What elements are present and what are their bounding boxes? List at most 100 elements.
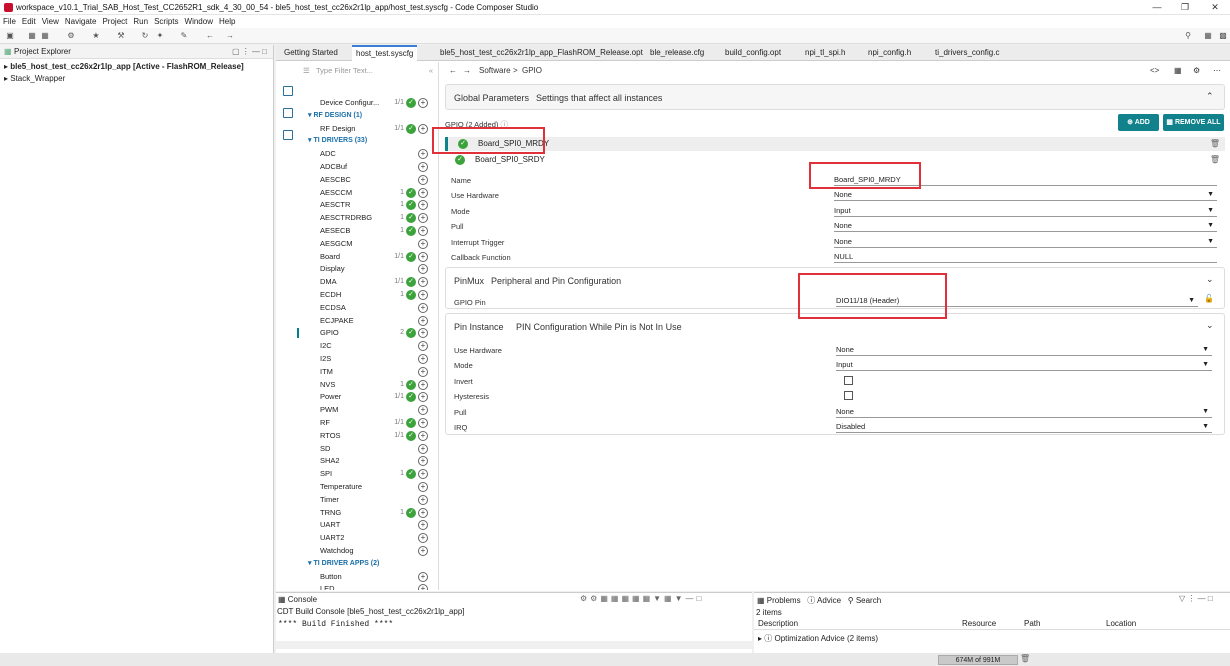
pin-prop-select[interactable]: Input ▼ bbox=[836, 359, 1212, 372]
add-icon[interactable]: + bbox=[418, 366, 428, 377]
menu-help[interactable]: Help bbox=[216, 15, 238, 28]
add-icon[interactable]: + bbox=[418, 264, 428, 275]
checkbox[interactable] bbox=[844, 375, 853, 385]
prop-select[interactable]: None ▼ bbox=[834, 220, 1217, 233]
checkbox[interactable] bbox=[844, 391, 853, 401]
module-item[interactable]: UART + bbox=[320, 519, 428, 531]
module-item[interactable]: RF Design 1/1 ✓ + bbox=[320, 123, 428, 135]
add-icon[interactable]: + bbox=[418, 251, 428, 262]
menu-project[interactable]: Project bbox=[99, 15, 130, 28]
module-item[interactable]: Button + bbox=[320, 571, 428, 583]
advice-row[interactable]: ▸ ⓘ Optimization Advice (2 items) bbox=[758, 633, 878, 644]
forward-arrow-icon[interactable]: → bbox=[463, 66, 471, 75]
view-menu-icon[interactable]: ▢ ⋮ — □ bbox=[232, 45, 267, 59]
module-item[interactable]: I2C + bbox=[320, 340, 428, 352]
prop-select[interactable]: Input ▼ bbox=[834, 205, 1217, 217]
add-icon[interactable]: + bbox=[418, 174, 428, 185]
breadcrumb-software[interactable]: Software bbox=[479, 66, 511, 75]
add-icon[interactable]: + bbox=[418, 418, 428, 428]
module-item[interactable]: Timer + bbox=[320, 494, 428, 506]
back-icon[interactable]: ← bbox=[205, 31, 215, 41]
add-icon[interactable]: + bbox=[418, 200, 428, 211]
module-item[interactable]: Power 1/1 ✓ + bbox=[320, 391, 428, 403]
module-item[interactable]: AESCTR 1 ✓ + bbox=[320, 199, 428, 211]
add-icon[interactable]: + bbox=[418, 226, 428, 236]
tab-problems[interactable]: ▦ Problems bbox=[757, 596, 801, 605]
module-item[interactable]: SHA2 + bbox=[320, 455, 428, 467]
module-item[interactable]: Board 1/1 ✓ + bbox=[320, 251, 428, 263]
prop-select[interactable]: None ▼ bbox=[834, 236, 1217, 248]
add-icon[interactable]: + bbox=[418, 456, 428, 467]
collapse-icon[interactable]: « bbox=[429, 66, 433, 75]
tab-search[interactable]: ⚲ Search bbox=[848, 596, 881, 605]
add-icon[interactable]: + bbox=[418, 482, 428, 492]
add-icon[interactable]: + bbox=[418, 302, 428, 313]
module-item[interactable]: TRNG 1 ✓ + bbox=[320, 507, 428, 519]
save-all-icon[interactable]: ▦ bbox=[40, 31, 50, 41]
module-item[interactable]: SPI 1 ✓ + bbox=[320, 468, 428, 480]
module-item[interactable]: AESCCM 1 ✓ + bbox=[320, 187, 428, 199]
ccs-perspective-icon[interactable]: ▩ bbox=[1218, 31, 1228, 41]
add-icon[interactable]: + bbox=[418, 443, 428, 454]
add-icon[interactable]: + bbox=[418, 584, 428, 590]
menu-run[interactable]: Run bbox=[130, 15, 151, 28]
module-item[interactable]: UART2 + bbox=[320, 532, 428, 544]
problems-toolbar[interactable]: ▽ ⋮ — □ bbox=[1179, 594, 1213, 603]
generated-files-icon[interactable] bbox=[283, 130, 293, 140]
module-item[interactable]: AESGCM + bbox=[320, 238, 428, 250]
delete-icon[interactable]: 🗑 bbox=[1210, 153, 1220, 167]
module-item[interactable]: ADCBuf + bbox=[320, 161, 428, 173]
tree-item-stack-wrapper[interactable]: ▸ Stack_Wrapper bbox=[4, 74, 65, 83]
instance-row-mrdy[interactable]: ✓ Board_SPI0_MRDY 🗑 bbox=[445, 137, 1225, 151]
pin-prop-select[interactable]: None ▼ bbox=[836, 406, 1212, 418]
module-item[interactable]: ECDH 1 ✓ + bbox=[320, 289, 428, 301]
add-icon[interactable]: + bbox=[418, 430, 428, 441]
board-icon[interactable]: ▦ bbox=[1174, 66, 1182, 75]
module-item[interactable]: ADC + bbox=[320, 148, 428, 160]
module-item[interactable]: SD + bbox=[320, 443, 428, 455]
prop-input[interactable]: NULL bbox=[834, 251, 1217, 263]
expand-chevron-icon[interactable]: ⌄ bbox=[1206, 320, 1214, 331]
add-icon[interactable]: + bbox=[418, 187, 428, 198]
add-icon[interactable]: + bbox=[418, 379, 428, 390]
menu-view[interactable]: View bbox=[39, 15, 62, 28]
add-icon[interactable]: + bbox=[418, 328, 428, 339]
add-icon[interactable]: + bbox=[418, 290, 428, 300]
pin-prop-select[interactable]: None ▼ bbox=[836, 344, 1212, 356]
add-icon[interactable]: + bbox=[418, 533, 428, 544]
perspective-icon[interactable]: ▦ bbox=[1203, 31, 1213, 41]
console-tab[interactable]: ▦ Console bbox=[278, 595, 317, 604]
module-item[interactable]: ITM + bbox=[320, 366, 428, 378]
add-icon[interactable]: + bbox=[418, 494, 428, 505]
build-icon[interactable]: ⚙ bbox=[66, 31, 76, 41]
menu-navigate[interactable]: Navigate bbox=[62, 15, 100, 28]
module-item[interactable]: I2S + bbox=[320, 353, 428, 365]
add-button[interactable]: ⊕ ADD bbox=[1118, 114, 1159, 131]
module-item[interactable]: PWM + bbox=[320, 404, 428, 416]
menu-file[interactable]: File bbox=[0, 15, 19, 28]
wand-icon[interactable]: ✦ bbox=[155, 31, 165, 41]
add-icon[interactable]: + bbox=[418, 238, 428, 249]
tab-build-config[interactable]: build_config.opt bbox=[721, 45, 785, 61]
console-scrollbar[interactable] bbox=[276, 641, 752, 649]
col-path[interactable]: Path bbox=[1024, 619, 1040, 628]
module-item[interactable]: AESCBC + bbox=[320, 174, 428, 186]
add-icon[interactable]: + bbox=[418, 98, 428, 108]
add-icon[interactable]: + bbox=[418, 341, 428, 352]
lock-icon[interactable]: 🔓 bbox=[1204, 294, 1214, 303]
module-item[interactable]: ECJPAKE + bbox=[320, 315, 428, 327]
module-item[interactable]: RTOS 1/1 ✓ + bbox=[320, 430, 428, 442]
add-icon[interactable]: + bbox=[418, 520, 428, 531]
module-item[interactable]: LED + bbox=[320, 583, 428, 590]
global-parameters-panel[interactable]: Global Parameters Settings that affect a… bbox=[445, 84, 1225, 110]
pin-icon[interactable]: ✎ bbox=[179, 31, 189, 41]
tab-host-test-syscfg[interactable]: host_test.syscfg bbox=[352, 45, 418, 61]
module-item[interactable]: RF 1/1 ✓ + bbox=[320, 417, 428, 429]
tab-ble-release-cfg[interactable]: ble_release.cfg bbox=[646, 45, 708, 61]
add-icon[interactable]: + bbox=[418, 277, 428, 288]
add-icon[interactable]: + bbox=[418, 392, 428, 403]
module-item[interactable]: Display + bbox=[320, 263, 428, 275]
tab-ti-drivers-config[interactable]: ti_drivers_config.c bbox=[931, 45, 1003, 61]
add-icon[interactable]: + bbox=[418, 507, 428, 518]
module-item[interactable]: Device Configur... 1/1 ✓ + bbox=[320, 97, 428, 109]
